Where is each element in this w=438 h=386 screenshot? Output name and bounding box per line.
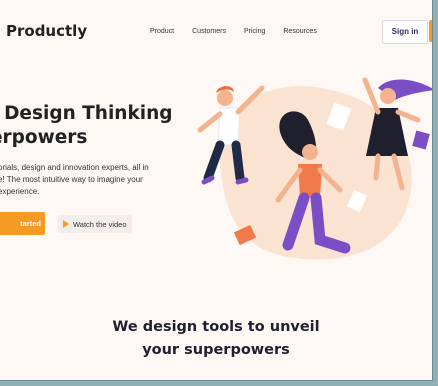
watch-video-button[interactable]: Watch the video — [58, 215, 132, 233]
hero-title-line-1: › Design Thinking — [0, 103, 173, 124]
nav-link-pricing[interactable]: Pricing — [244, 28, 265, 35]
nav-link-product[interactable]: Product — [150, 28, 174, 35]
paper-sheet — [412, 130, 430, 150]
hero-title-line-2: erpowers — [0, 127, 88, 148]
hero-desc-line-1: orials, design and innovation experts, a… — [0, 163, 149, 172]
sign-in-button[interactable]: Sign in — [382, 20, 428, 44]
section-heading-line-2: your superpowers — [142, 342, 290, 358]
nav-links: Product Customers Pricing Resources — [150, 28, 335, 35]
hero-title: › Design Thinking erpowers — [0, 102, 190, 150]
nav-link-customers[interactable]: Customers — [192, 28, 226, 35]
brand-logo[interactable]: Productly — [6, 22, 87, 40]
browser-window: Productly Product Customers Pricing Reso… — [0, 0, 433, 381]
section-heading-line-1: We design tools to unveil — [112, 319, 320, 335]
hero-description: orials, design and innovation experts, a… — [0, 162, 168, 198]
top-navbar: Productly Product Customers Pricing Reso… — [0, 0, 432, 62]
get-started-button[interactable]: tarted — [0, 212, 45, 235]
hero-desc-line-2: e! The most intuitive way to imagine you… — [0, 175, 143, 184]
sign-up-button-partial[interactable] — [429, 20, 432, 42]
play-icon — [63, 220, 69, 228]
watch-video-label: Watch the video — [73, 219, 127, 229]
nav-link-resources[interactable]: Resources — [283, 28, 316, 35]
section-heading: We design tools to unveil your superpowe… — [0, 316, 432, 362]
hero-desc-line-3: experience. — [0, 187, 40, 196]
hero-illustration — [197, 77, 432, 260]
